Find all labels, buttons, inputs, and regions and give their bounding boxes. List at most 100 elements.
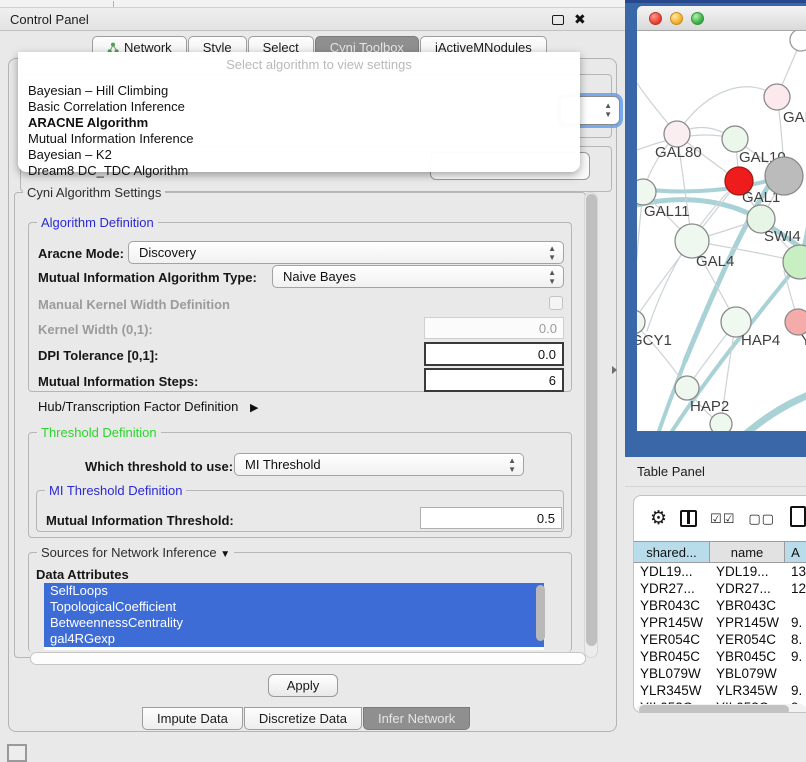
- gear-icon[interactable]: ⚙: [650, 507, 667, 530]
- dpi-tolerance-input[interactable]: [424, 342, 564, 366]
- network-window-frame: GAL7GAL80GAL10GAL1GAL11SWI4GAL4GCY1HAP4Y…: [625, 0, 806, 457]
- network-node[interactable]: [710, 413, 732, 431]
- network-node-gal11[interactable]: [637, 179, 656, 205]
- algorithm-options: Bayesian – Hill ClimbingBasic Correlatio…: [18, 83, 580, 179]
- settings-scrollbar-thumb[interactable]: [586, 194, 597, 646]
- hub-definition-label: Hub/Transcription Factor Definition: [38, 399, 238, 414]
- table-row[interactable]: YBR045CYBR045C9.: [634, 648, 806, 665]
- attributes-vertical-scrollbar[interactable]: [536, 585, 545, 641]
- mi-type-combobox[interactable]: Naive Bayes ▲▼: [272, 265, 564, 288]
- tab-label: Discretize Data: [259, 711, 347, 726]
- aracne-mode-combobox[interactable]: Discovery ▲▼: [128, 241, 564, 264]
- table-row[interactable]: YDR27...YDR27...12: [634, 580, 806, 597]
- table-panel-container: ⚙ ☑☑ ▢▢ shared... name A YDL19...YDL19..…: [633, 495, 806, 713]
- network-node-hap2[interactable]: [675, 376, 699, 400]
- table-cell: YDL19...: [634, 563, 710, 580]
- network-window-titlebar[interactable]: [637, 6, 806, 31]
- network-node-gal7[interactable]: [764, 84, 790, 110]
- node-label: Y: [801, 332, 806, 349]
- aracne-mode-label: Aracne Mode:: [38, 246, 124, 261]
- network-edge[interactable]: [637, 192, 643, 322]
- table-row[interactable]: YDL19...YDL19...13: [634, 563, 806, 580]
- table-row[interactable]: YBR043CYBR043C: [634, 597, 806, 614]
- node-table: shared... name A YDL19...YDL19...13YDR27…: [634, 541, 806, 704]
- group-title: Threshold Definition: [37, 425, 161, 440]
- table-cell: 9.: [785, 648, 806, 665]
- network-edge[interactable]: [677, 87, 777, 134]
- columns-icon[interactable]: [680, 510, 697, 527]
- tab-discretize-data[interactable]: Discretize Data: [244, 707, 362, 730]
- algorithm-option[interactable]: Mutual Information Inference: [18, 131, 580, 147]
- network-node[interactable]: [783, 245, 806, 279]
- mi-threshold-input[interactable]: [420, 507, 562, 529]
- network-node-gcy1[interactable]: [637, 310, 645, 334]
- stepper-icon: ▲▼: [548, 244, 556, 262]
- column-header-third[interactable]: A: [785, 542, 806, 562]
- algorithm-option[interactable]: Bayesian – Hill Climbing: [18, 83, 580, 99]
- network-canvas[interactable]: GAL7GAL80GAL10GAL1GAL11SWI4GAL4GCY1HAP4Y…: [637, 31, 806, 431]
- aracne-mode-value: Discovery: [139, 245, 196, 260]
- dpi-tolerance-label: DPI Tolerance [0,1]:: [38, 348, 158, 363]
- table-hscrollbar-thumb[interactable]: [639, 705, 789, 713]
- tab-infer-network[interactable]: Infer Network: [363, 707, 470, 730]
- minimize-traffic-light-icon[interactable]: [670, 12, 683, 25]
- algorithm-dropdown-popup: Select algorithm to view settings Bayesi…: [18, 52, 580, 172]
- table-row[interactable]: YPR145WYPR145W9.: [634, 614, 806, 631]
- minimized-panel-icon[interactable]: [7, 744, 27, 762]
- deselect-all-checkboxes-icon[interactable]: ▢▢: [748, 511, 775, 527]
- zoom-traffic-light-icon[interactable]: [691, 12, 704, 25]
- node-label: GAL4: [696, 253, 734, 270]
- hub-definition-toggle[interactable]: Hub/Transcription Factor Definition ▶: [38, 399, 258, 414]
- data-attributes-label: Data Attributes: [36, 567, 129, 582]
- attributes-horizontal-scrollbar[interactable]: [30, 652, 586, 665]
- algorithm-option[interactable]: Dream8 DC_TDC Algorithm: [18, 163, 580, 179]
- manual-kernel-checkbox[interactable]: [549, 296, 563, 310]
- table-cell: YDR27...: [634, 580, 710, 597]
- column-header-name[interactable]: name: [710, 542, 785, 562]
- table-cell: YER054C: [634, 631, 710, 648]
- close-icon[interactable]: ✖: [574, 11, 586, 28]
- table-row[interactable]: YER054CYER054C8.: [634, 631, 806, 648]
- which-threshold-label: Which threshold to use:: [85, 459, 233, 474]
- table-row[interactable]: YLR345WYLR345W9.: [634, 682, 806, 699]
- cyni-mode-tabs: Impute Data Discretize Data Infer Networ…: [142, 707, 470, 730]
- attribute-item[interactable]: SelfLoops: [44, 583, 544, 599]
- group-title: Cyni Algorithm Settings: [23, 185, 165, 200]
- kernel-width-input[interactable]: [424, 317, 564, 339]
- table-cell: 13: [785, 563, 806, 580]
- mi-type-label: Mutual Information Algorithm Type:: [38, 270, 257, 285]
- attribute-item[interactable]: TopologicalCoefficient: [44, 599, 544, 615]
- algorithm-dropdown-placeholder[interactable]: Select algorithm to view settings: [18, 52, 580, 72]
- file-icon[interactable]: [790, 506, 806, 527]
- control-panel-titlebar: Control Panel ✖: [0, 8, 625, 31]
- mi-steps-input[interactable]: [424, 368, 564, 392]
- network-node[interactable]: [790, 31, 806, 51]
- attribute-item[interactable]: gal4RGexp: [44, 631, 544, 647]
- column-header-shared-name[interactable]: shared...: [634, 542, 710, 562]
- algorithm-option[interactable]: Basic Correlation Inference: [18, 99, 580, 115]
- table-cell: YDR27...: [710, 580, 785, 597]
- table-panel-title: Table Panel: [637, 464, 705, 479]
- stepper-icon: ▲▼: [548, 268, 556, 286]
- float-window-icon[interactable]: [552, 15, 564, 25]
- table-rows: YDL19...YDL19...13YDR27...YDR27...12YBR0…: [634, 563, 806, 704]
- tab-impute-data[interactable]: Impute Data: [142, 707, 243, 730]
- attribute-item[interactable]: BetweennessCentrality: [44, 615, 544, 631]
- table-row[interactable]: YBL079WYBL079W: [634, 665, 806, 682]
- group-title: Algorithm Definition: [37, 215, 158, 230]
- data-attributes-list[interactable]: SelfLoopsTopologicalCoefficientBetweenne…: [44, 583, 544, 650]
- algorithm-option[interactable]: Bayesian – K2: [18, 147, 580, 163]
- select-all-checkboxes-icon[interactable]: ☑☑: [710, 511, 735, 527]
- network-graph: GAL7GAL80GAL10GAL1GAL11SWI4GAL4GCY1HAP4Y…: [637, 31, 806, 431]
- chevron-down-icon[interactable]: ▼: [220, 549, 230, 560]
- network-edge[interactable]: [725, 391, 806, 431]
- manual-kernel-label: Manual Kernel Width Definition: [38, 297, 230, 312]
- algorithm-option[interactable]: ARACNE Algorithm: [18, 115, 580, 131]
- table-cell: YER054C: [710, 631, 785, 648]
- node-label: GAL80: [655, 144, 702, 161]
- panel-splitter-handle[interactable]: [612, 366, 617, 374]
- close-traffic-light-icon[interactable]: [649, 12, 662, 25]
- which-threshold-combobox[interactable]: MI Threshold ▲▼: [234, 453, 524, 476]
- network-node[interactable]: [765, 157, 803, 195]
- apply-button[interactable]: Apply: [268, 674, 338, 697]
